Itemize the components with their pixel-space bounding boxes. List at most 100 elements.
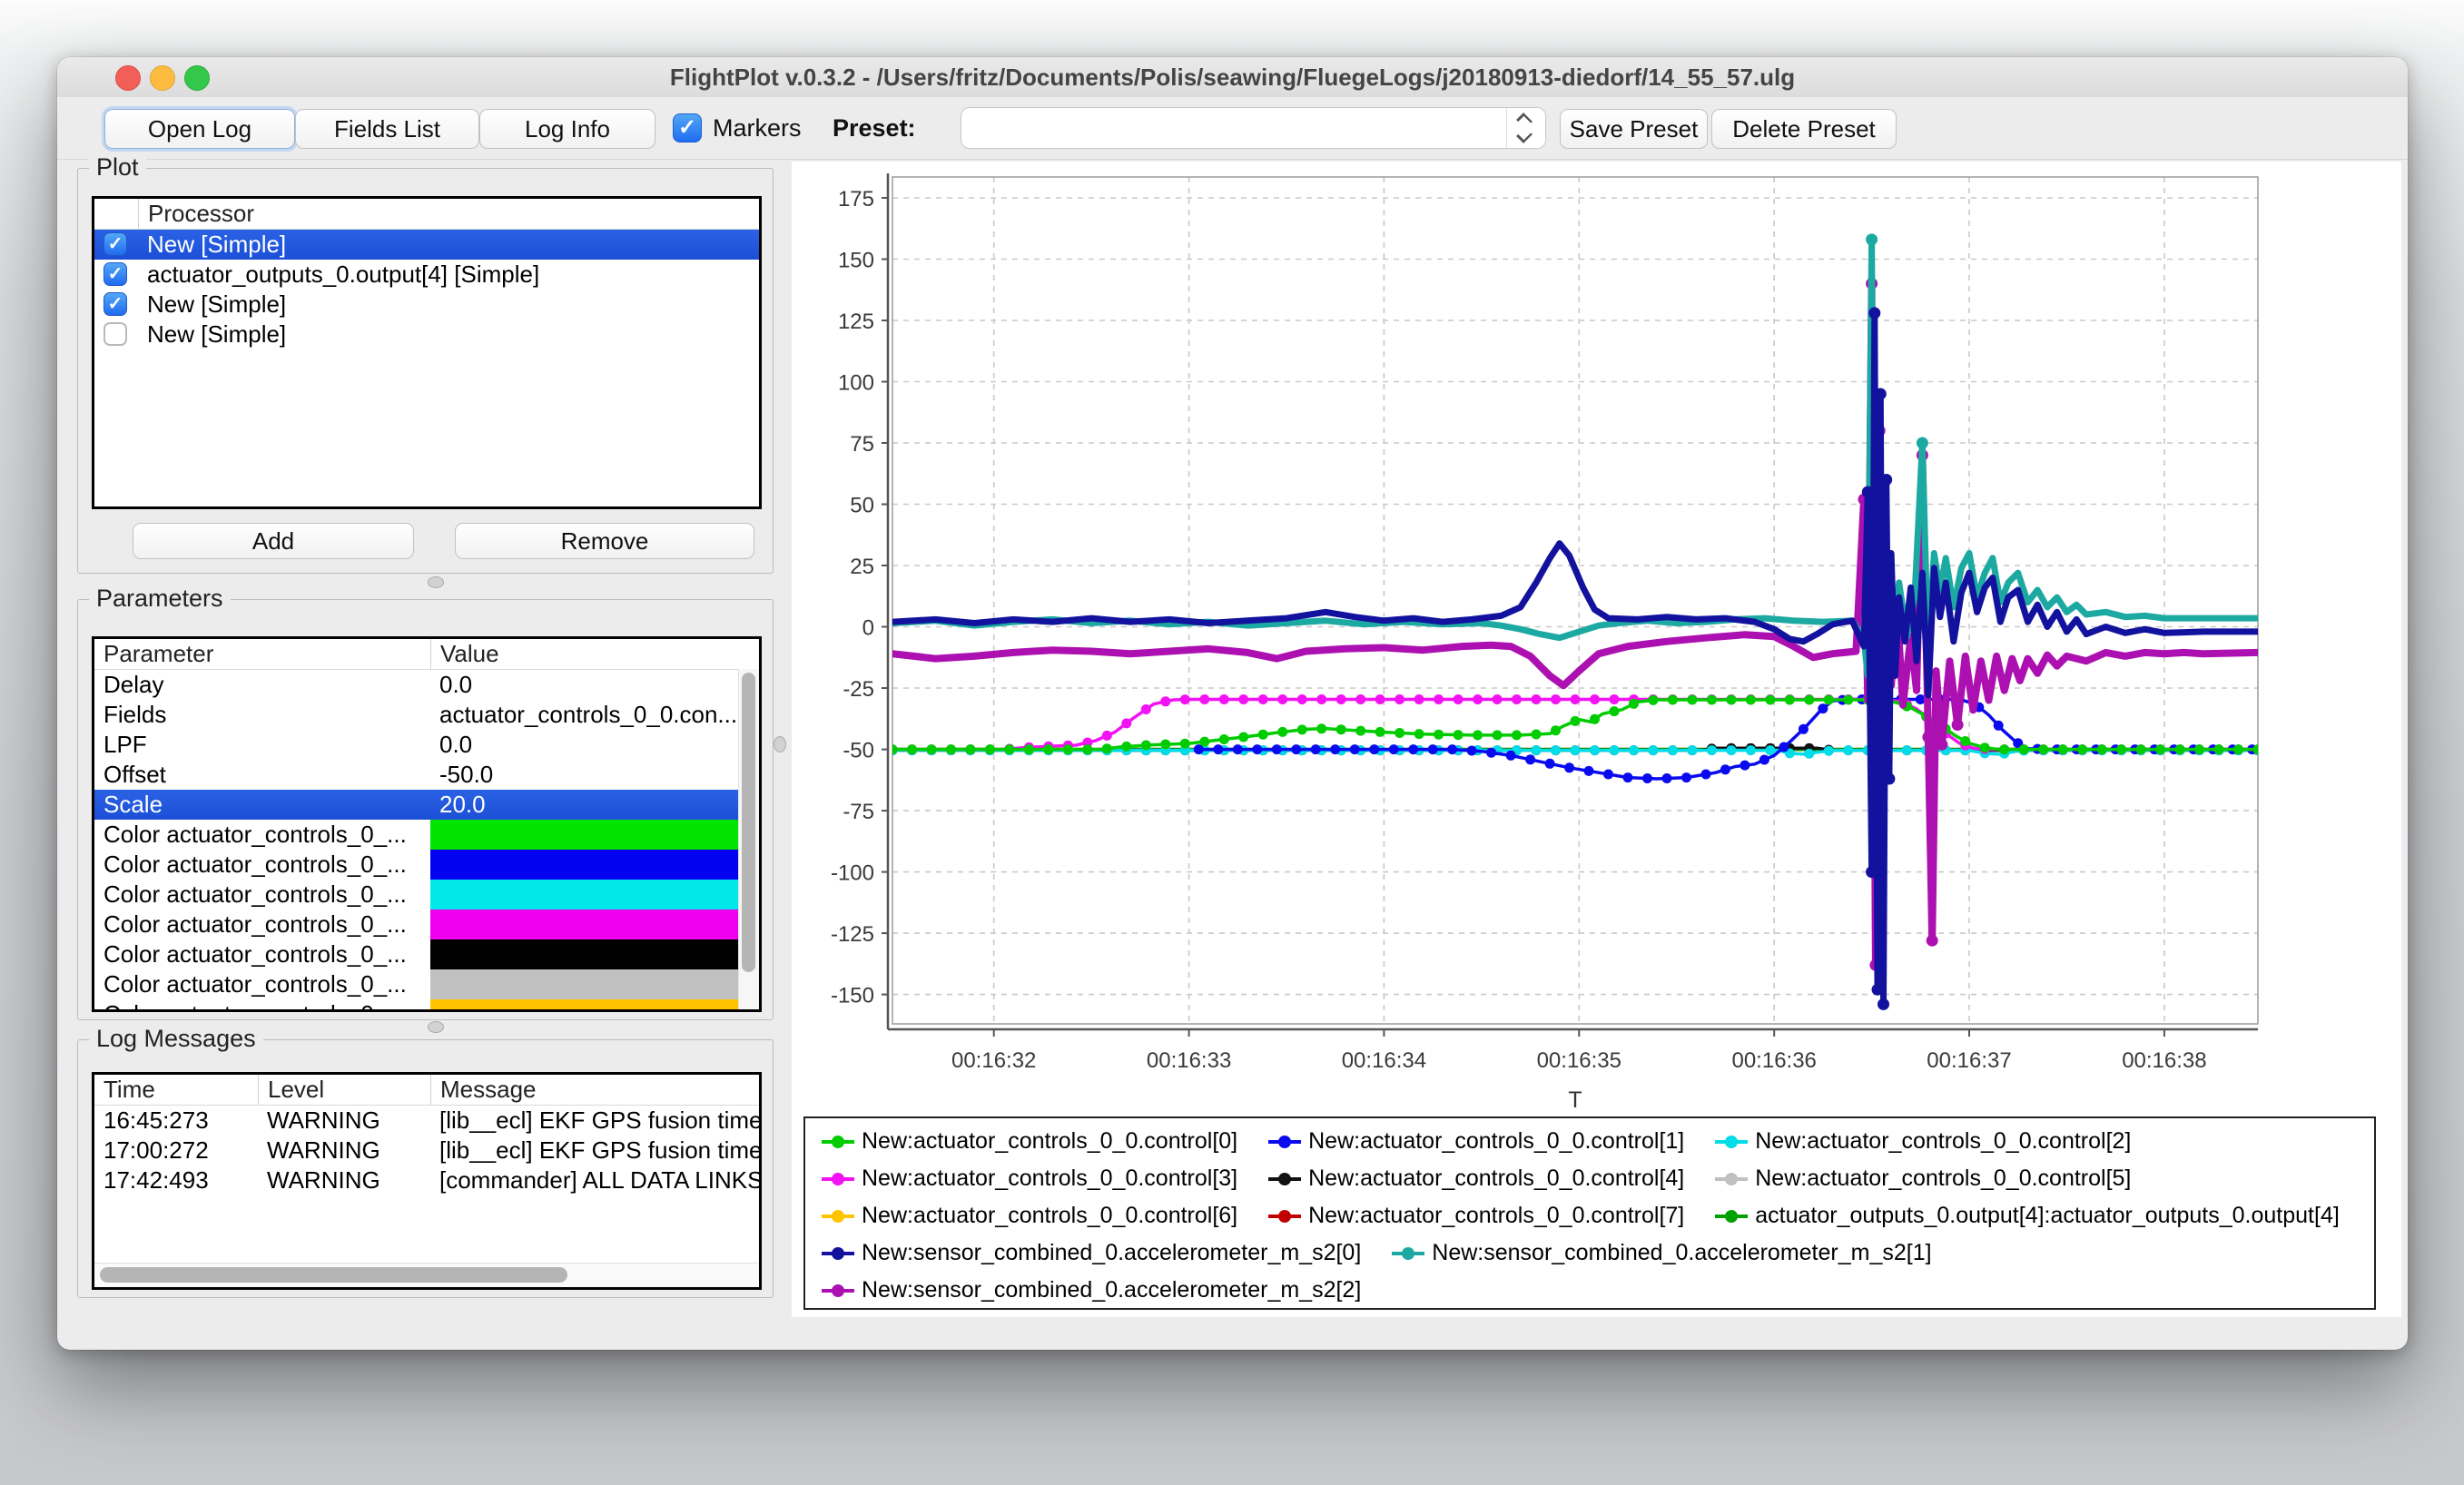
preset-combobox[interactable] <box>961 107 1546 149</box>
processor-table-header: Processor <box>94 199 759 230</box>
fields-list-button[interactable]: Fields List <box>295 109 479 149</box>
legend-label: New:sensor_combined_0.accelerometer_m_s2… <box>862 1240 1361 1266</box>
add-button[interactable]: Add <box>133 523 414 559</box>
log-table-header: Time Level Message <box>94 1075 759 1106</box>
color-swatch <box>430 999 759 1012</box>
markers-label: Markers <box>713 97 802 159</box>
processor-checkbox[interactable]: ✓ <box>103 322 127 346</box>
legend-item: New:sensor_combined_0.accelerometer_m_s2… <box>1392 1240 1931 1266</box>
zoom-window-icon[interactable] <box>184 65 210 91</box>
svg-text:50: 50 <box>850 494 874 518</box>
legend-marker-icon <box>822 1177 854 1181</box>
legend-label: New:sensor_combined_0.accelerometer_m_s2… <box>1432 1240 1931 1266</box>
log-table[interactable]: Time Level Message 16:45:273WARNING[lib_… <box>92 1072 762 1290</box>
parameter-row[interactable]: Color actuator_controls_0_... <box>94 999 759 1012</box>
parameter-name: Color actuator_controls_0_... <box>94 850 430 880</box>
chart-panel[interactable]: 1751501251007550250-25-50-75-100-125-150… <box>792 162 2401 1317</box>
processor-row[interactable]: ✓actuator_outputs_0.output[4] [Simple] <box>94 260 759 290</box>
toolbar: Open Log Fields List Log Info ✓ Markers … <box>57 97 2408 160</box>
parameter-row[interactable]: Color actuator_controls_0_... <box>94 910 759 939</box>
processor-checkbox[interactable]: ✓ <box>103 262 127 286</box>
markers-checkbox[interactable]: ✓ <box>673 113 702 143</box>
vertical-splitter-handle[interactable] <box>774 736 786 752</box>
parameters-group: Parameters Parameter Value Delay0.0Field… <box>77 599 774 1020</box>
processor-row[interactable]: ✓New [Simple] <box>94 230 759 260</box>
log-row[interactable]: 17:42:493WARNING[commander] ALL DATA LIN… <box>94 1165 759 1195</box>
color-swatch <box>430 969 759 999</box>
parameter-row[interactable]: Fieldsactuator_controls_0_0.con... <box>94 700 759 730</box>
parameter-value: 20.0 <box>430 790 759 820</box>
window-title: FlightPlot v.0.3.2 - /Users/fritz/Docume… <box>239 57 2226 97</box>
parameter-value: 0.0 <box>430 670 759 700</box>
processor-checkbox[interactable]: ✓ <box>103 232 127 256</box>
color-swatch <box>430 910 759 939</box>
svg-text:00:16:35: 00:16:35 <box>1537 1048 1621 1073</box>
parameter-value: actuator_controls_0_0.con... <box>430 700 759 730</box>
svg-text:-75: -75 <box>843 800 874 824</box>
log-info-button[interactable]: Log Info <box>479 109 655 149</box>
flight-plot-chart[interactable]: 1751501251007550250-25-50-75-100-125-150… <box>792 162 2401 1112</box>
save-preset-button[interactable]: Save Preset <box>1560 109 1708 149</box>
processor-table[interactable]: Processor ✓New [Simple]✓actuator_outputs… <box>92 196 762 509</box>
svg-text:150: 150 <box>838 249 874 273</box>
parameter-row[interactable]: Color actuator_controls_0_... <box>94 850 759 880</box>
parameter-name: Color actuator_controls_0_... <box>94 910 430 939</box>
parameter-row[interactable]: LPF0.0 <box>94 730 759 760</box>
parameters-table-header: Parameter Value <box>94 639 759 670</box>
svg-text:75: 75 <box>850 432 874 457</box>
legend-marker-icon <box>1715 1215 1748 1218</box>
parameter-row[interactable]: Scale20.0 <box>94 790 759 820</box>
log-row[interactable]: 16:45:273WARNING[lib__ecl] EKF GPS fusio… <box>94 1106 759 1136</box>
legend-item: New:actuator_controls_0_0.control[1] <box>1268 1128 1684 1155</box>
close-window-icon[interactable] <box>115 65 141 91</box>
delete-preset-button[interactable]: Delete Preset <box>1711 109 1897 149</box>
remove-button[interactable]: Remove <box>455 523 754 559</box>
splitter-handle[interactable] <box>428 1021 444 1033</box>
color-swatch <box>430 820 759 850</box>
parameter-value: -50.0 <box>430 760 759 790</box>
svg-text:100: 100 <box>838 371 874 396</box>
processor-row[interactable]: ✓New [Simple] <box>94 320 759 349</box>
svg-text:25: 25 <box>850 555 874 579</box>
legend-item: New:sensor_combined_0.accelerometer_m_s2… <box>822 1240 1361 1266</box>
title-bar[interactable]: FlightPlot v.0.3.2 - /Users/fritz/Docume… <box>57 57 2408 98</box>
processor-row[interactable]: ✓New [Simple] <box>94 290 759 320</box>
parameter-row[interactable]: Color actuator_controls_0_... <box>94 880 759 910</box>
legend-marker-icon <box>822 1252 854 1255</box>
log-time: 17:42:493 <box>94 1165 258 1195</box>
svg-text:-100: -100 <box>831 861 874 886</box>
legend-label: actuator_outputs_0.output[4]:actuator_ou… <box>1755 1203 2340 1229</box>
parameters-scrollbar-thumb[interactable] <box>742 673 755 972</box>
legend-marker-icon <box>822 1215 854 1218</box>
legend-row: New:sensor_combined_0.accelerometer_m_s2… <box>805 1272 2374 1309</box>
legend-item: New:actuator_controls_0_0.control[4] <box>1268 1165 1684 1192</box>
parameter-name: Color actuator_controls_0_... <box>94 999 430 1012</box>
parameter-name: Offset <box>94 760 430 790</box>
splitter-handle[interactable] <box>428 576 444 588</box>
log-rows: 16:45:273WARNING[lib__ecl] EKF GPS fusio… <box>94 1106 759 1195</box>
minimize-window-icon[interactable] <box>150 65 175 91</box>
log-message: [lib__ecl] EKF GPS fusion timeout – <box>430 1106 759 1136</box>
legend-row: New:actuator_controls_0_0.control[0]New:… <box>805 1123 2374 1160</box>
log-scrollbar-thumb[interactable] <box>100 1267 567 1283</box>
legend-label: New:actuator_controls_0_0.control[6] <box>862 1203 1237 1229</box>
parameter-row[interactable]: Offset-50.0 <box>94 760 759 790</box>
parameters-scrollbar[interactable] <box>738 669 759 1009</box>
log-row[interactable]: 17:00:272WARNING[lib__ecl] EKF GPS fusio… <box>94 1136 759 1165</box>
parameter-name: Scale <box>94 790 430 820</box>
parameter-row[interactable]: Color actuator_controls_0_... <box>94 820 759 850</box>
legend-label: New:actuator_controls_0_0.control[7] <box>1308 1203 1684 1229</box>
log-scrollbar[interactable] <box>94 1263 759 1287</box>
legend-label: New:actuator_controls_0_0.control[1] <box>1308 1128 1684 1155</box>
preset-stepper[interactable] <box>1506 108 1545 148</box>
legend-row: New:actuator_controls_0_0.control[3]New:… <box>805 1160 2374 1197</box>
parameter-row[interactable]: Color actuator_controls_0_... <box>94 969 759 999</box>
parameter-row[interactable]: Delay0.0 <box>94 670 759 700</box>
processor-checkbox[interactable]: ✓ <box>103 292 127 316</box>
parameter-row[interactable]: Color actuator_controls_0_... <box>94 939 759 969</box>
svg-text:T: T <box>1568 1087 1582 1112</box>
open-log-button[interactable]: Open Log <box>104 109 295 149</box>
plot-group: Plot Processor ✓New [Simple]✓actuator_ou… <box>77 168 774 574</box>
parameters-table[interactable]: Parameter Value Delay0.0Fieldsactuator_c… <box>92 636 762 1012</box>
value-column-header: Value <box>430 639 759 669</box>
